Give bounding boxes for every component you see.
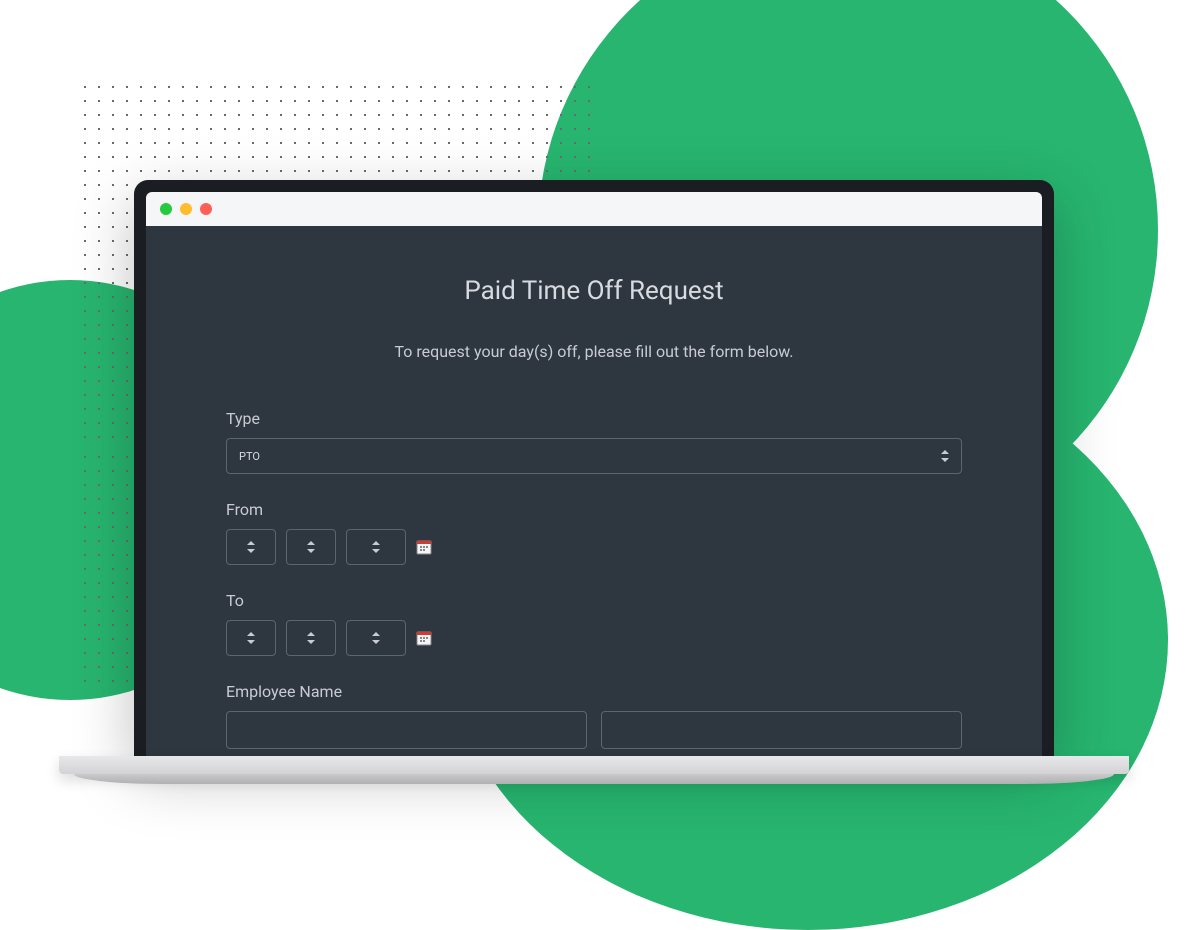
laptop-base-bottom — [74, 774, 1114, 784]
sort-icon — [307, 632, 315, 644]
calendar-icon[interactable] — [416, 630, 432, 646]
sort-icon — [247, 541, 255, 553]
laptop-mockup: Paid Time Off Request To request your da… — [134, 180, 1054, 790]
sort-icon — [941, 450, 949, 462]
form-subtitle: To request your day(s) off, please fill … — [226, 342, 962, 361]
to-day-select[interactable] — [286, 620, 336, 656]
laptop-base — [134, 756, 1054, 790]
employee-name-row — [226, 711, 962, 749]
traffic-light-green-icon — [160, 203, 172, 215]
employee-first-name-input[interactable] — [226, 711, 587, 749]
to-label: To — [226, 591, 962, 610]
from-label: From — [226, 500, 962, 519]
calendar-icon[interactable] — [416, 539, 432, 555]
to-date-row — [226, 620, 962, 656]
sort-icon — [372, 541, 380, 553]
from-date-row — [226, 529, 962, 565]
traffic-light-yellow-icon — [180, 203, 192, 215]
browser-chrome — [146, 192, 1042, 226]
form-title: Paid Time Off Request — [226, 276, 962, 306]
sort-icon — [307, 541, 315, 553]
field-to: To — [226, 591, 962, 656]
form-container: Paid Time Off Request To request your da… — [146, 226, 1042, 756]
from-month-select[interactable] — [226, 529, 276, 565]
to-month-select[interactable] — [226, 620, 276, 656]
traffic-light-red-icon — [200, 203, 212, 215]
type-select[interactable]: PTO — [226, 438, 962, 474]
type-label: Type — [226, 409, 962, 428]
sort-icon — [372, 632, 380, 644]
laptop-screen-frame: Paid Time Off Request To request your da… — [134, 180, 1054, 756]
to-year-select[interactable] — [346, 620, 406, 656]
type-select-value: PTO — [239, 450, 260, 463]
field-type: Type PTO — [226, 409, 962, 474]
from-day-select[interactable] — [286, 529, 336, 565]
employee-last-name-input[interactable] — [601, 711, 962, 749]
from-year-select[interactable] — [346, 529, 406, 565]
employee-name-label: Employee Name — [226, 682, 962, 701]
laptop-base-top — [59, 756, 1129, 774]
sort-icon — [247, 632, 255, 644]
field-from: From — [226, 500, 962, 565]
field-employee-name: Employee Name — [226, 682, 962, 749]
